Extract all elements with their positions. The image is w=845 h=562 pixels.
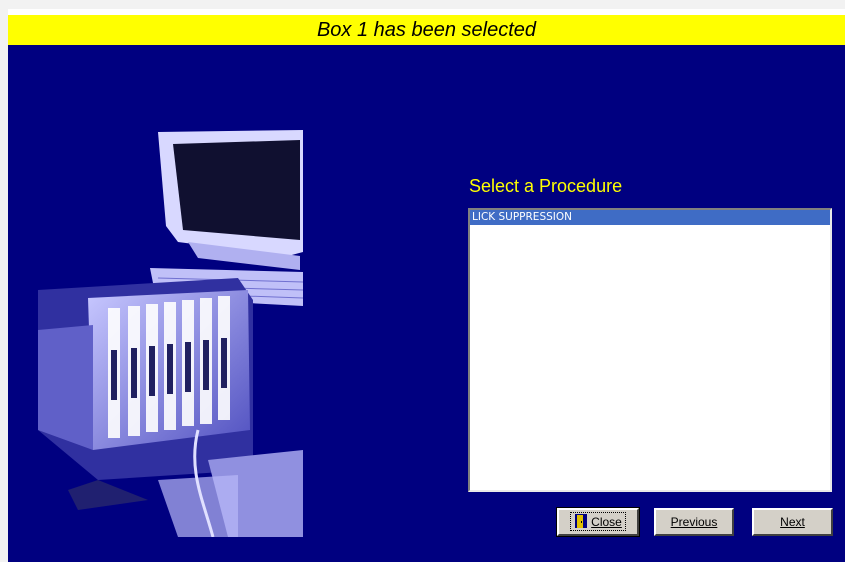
close-button-label: Close (591, 515, 622, 529)
next-button[interactable]: Next (752, 508, 833, 536)
procedure-list-item[interactable]: LICK SUPPRESSION (470, 210, 830, 225)
procedure-heading: Select a Procedure (469, 176, 623, 196)
door-exit-icon (575, 514, 588, 528)
previous-button-label: Previous (670, 515, 718, 529)
status-banner: Box 1 has been selected (8, 15, 845, 45)
lab-equipment-image (38, 130, 303, 537)
next-button-label: Next (780, 515, 805, 529)
previous-button[interactable]: Previous (654, 508, 734, 536)
close-button[interactable]: Close (556, 507, 640, 537)
main-panel: Select a Procedure LICK SUPPRESSION Clos… (8, 45, 845, 562)
procedure-listbox[interactable]: LICK SUPPRESSION (468, 208, 832, 492)
